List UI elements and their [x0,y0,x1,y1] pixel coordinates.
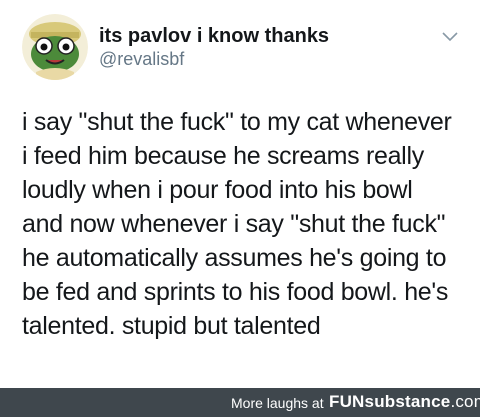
frog-avatar-icon [22,14,88,80]
watermark-footer: More laughs at FUNsubstance.com [0,388,480,417]
tweet-text-line: he automatically assumes he's going to [22,244,447,272]
funsubstance-logo[interactable]: FUNsubstance.com [329,392,480,412]
tweet-text-line: talented. stupid but talented [22,312,321,340]
tweet-text: i say "shut the fuck" to my cat whenever… [22,105,472,343]
tweet-text-line: and now whenever i say "shut the fuck" [22,210,446,238]
tweet-card: its pavlov i know thanks @revalisbf i sa… [0,0,480,388]
display-name[interactable]: its pavlov i know thanks [99,24,329,48]
logo-substance: substance [364,392,451,411]
tweet-text-line: i feed him because he screams really [22,142,424,170]
chevron-down-icon[interactable] [442,32,458,42]
user-handle[interactable]: @revalisbf [99,48,184,70]
avatar[interactable] [22,14,88,80]
logo-com: .com [450,392,480,411]
tweet-text-line: i say "shut the fuck" to my cat whenever [22,108,452,136]
more-laughs-label: More laughs at [231,395,324,411]
tweet-text-line: loudly when i pour food into his bowl [22,176,413,204]
logo-fun: FUN [329,392,365,411]
tweet-text-line: be fed and sprints to his food bowl. he'… [22,278,449,306]
